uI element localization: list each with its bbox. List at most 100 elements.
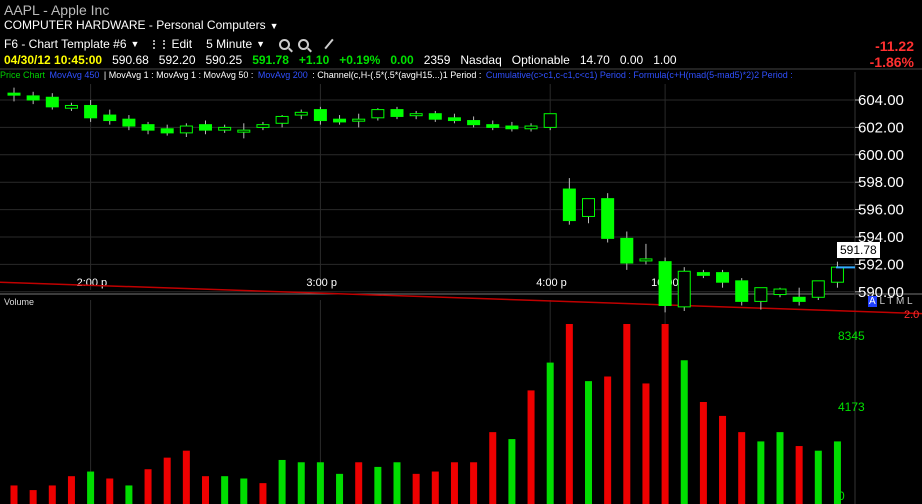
axis-mode-rest[interactable]: L T M L <box>879 296 912 307</box>
candle-body <box>677 270 691 308</box>
candle-body <box>773 288 787 296</box>
candle-body <box>524 125 538 130</box>
volume-bar <box>316 462 324 504</box>
volume-bar <box>814 450 822 504</box>
volume-tick-label: 8345 <box>838 329 865 343</box>
edit-label: Edit <box>171 37 193 51</box>
last-price-tag: 591.78 <box>837 242 880 258</box>
zoom-in-icon[interactable] <box>279 38 291 50</box>
symbol-title: AAPL - Apple Inc <box>4 2 110 18</box>
time-label: 2:00 p <box>77 277 108 289</box>
study-price-chart[interactable]: Price Chart <box>0 70 45 80</box>
volume-bar <box>374 466 382 504</box>
candle-body <box>696 272 710 276</box>
candle-body <box>505 125 519 130</box>
candle-body <box>64 104 78 109</box>
candle-body <box>754 287 768 302</box>
candle-body <box>409 113 423 117</box>
quote-exchange: Nasdaq <box>460 53 502 67</box>
study-cumulative[interactable]: Cumulative(c>c1,c-c1,c<c1) Period : Form… <box>486 70 793 80</box>
volume-bar <box>450 462 458 504</box>
day-change-pct: -1.86% <box>869 54 914 70</box>
price-tick-label: 600.00 <box>858 147 904 164</box>
grid-icon <box>153 39 166 49</box>
volume-bar <box>833 441 841 504</box>
study-channel[interactable]: : Channel(c,H-(.5*(.5*(avgH15...)1 Perio… <box>312 70 481 80</box>
volume-bar <box>680 360 688 504</box>
quote-val2: 0.00 <box>619 53 644 67</box>
volume-bar <box>757 441 765 504</box>
candle-body <box>141 124 155 131</box>
candle-body <box>582 198 595 217</box>
candle-body <box>543 113 557 128</box>
candle-body <box>179 125 193 134</box>
template-label: F6 - Chart Template #6 <box>4 37 127 51</box>
quote-vol-change: 0.00 <box>390 53 414 67</box>
candle-body <box>601 198 615 239</box>
price-tick-label: 602.00 <box>858 119 904 136</box>
price-tick-label: 592.00 <box>858 256 904 273</box>
volume-bar <box>297 462 305 504</box>
candle-body <box>811 280 825 298</box>
interval-dropdown[interactable]: 5 Minute ▼ <box>206 37 265 51</box>
candle-body <box>716 272 730 283</box>
studies-legend[interactable]: Price Chart MovAvg 450 | MovAvg 1 : MovA… <box>0 70 865 80</box>
candle-body <box>218 126 232 131</box>
axis-mode-a[interactable]: A <box>868 296 877 307</box>
candle-body <box>620 237 634 264</box>
price-tick-label: 604.00 <box>858 92 904 109</box>
quote-val3: 1.00 <box>653 53 677 67</box>
chevron-down-icon[interactable]: ▼ <box>270 21 279 31</box>
candle-body <box>275 115 289 124</box>
candle-body <box>447 117 461 122</box>
axis-mode-buttons[interactable]: A L T M L <box>868 296 913 307</box>
volume-bar <box>661 324 669 504</box>
candle-body <box>160 128 174 134</box>
volume-bar <box>412 473 420 504</box>
sub-value: 2.0 <box>904 309 920 321</box>
volume-bar <box>125 485 133 504</box>
edit-button[interactable]: Edit <box>153 37 192 51</box>
moving-average-line <box>0 281 922 315</box>
study-movavg-450[interactable]: MovAvg 450 <box>50 70 100 80</box>
pencil-icon[interactable] <box>324 38 334 50</box>
study-movavg-200[interactable]: MovAvg 200 <box>258 70 308 80</box>
volume-bar <box>738 432 746 504</box>
candle-body <box>639 258 653 262</box>
quote-last: 591.78 <box>252 53 289 67</box>
candle-body <box>256 124 270 128</box>
volume-tick-label: 4173 <box>838 400 865 414</box>
volume-bar <box>470 462 478 504</box>
chevron-down-icon: ▼ <box>130 39 140 49</box>
volume-bar <box>10 485 18 504</box>
candle-body <box>830 266 844 283</box>
volume-bar <box>642 383 650 504</box>
volume-bar <box>48 485 56 504</box>
price-tick-label: 598.00 <box>858 174 904 191</box>
volume-bar <box>278 459 286 504</box>
industry-text: COMPUTER HARDWARE - Personal Computers <box>4 18 266 32</box>
quote-change: +1.10 <box>298 53 330 67</box>
volume-bar <box>508 439 516 504</box>
candle-body <box>84 104 98 119</box>
volume-bar <box>585 381 592 504</box>
time-label: 4:00 p <box>536 277 567 289</box>
quote-datetime: 04/30/12 10:45:00 <box>4 53 103 67</box>
candle-body <box>486 124 500 128</box>
volume-bar <box>431 471 439 504</box>
quote-volume: 2359 <box>423 53 451 67</box>
template-dropdown[interactable]: F6 - Chart Template #6 ▼ <box>4 37 139 51</box>
quote-open: 590.68 <box>112 53 149 67</box>
volume-bar <box>182 450 190 504</box>
quote-val1: 14.70 <box>579 53 610 67</box>
candle-body <box>294 111 308 116</box>
zoom-out-icon[interactable] <box>298 38 310 50</box>
volume-bar <box>489 432 497 504</box>
industry-label[interactable]: COMPUTER HARDWARE - Personal Computers ▼ <box>4 18 279 32</box>
interval-label: 5 Minute <box>206 37 253 51</box>
quote-high: 592.20 <box>158 53 196 67</box>
quote-low: 590.25 <box>205 53 243 67</box>
study-movavg-group[interactable]: | MovAvg 1 : MovAvg 1 : MovAvg 50 : <box>104 70 253 80</box>
volume-bar <box>699 402 707 504</box>
quote-optionable: Optionable <box>511 53 570 67</box>
